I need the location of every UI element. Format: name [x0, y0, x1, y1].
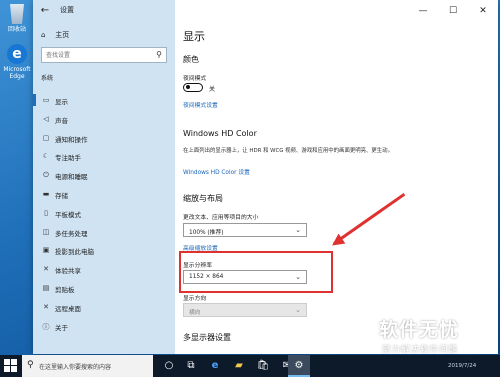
sidebar-nav: ▭ 显示 ◁ 声音 ▢ 通知和操作 ☾ 专注助手 ⏻ 电源和睡眠 ▬ 存储 ▯ … — [33, 91, 175, 335]
night-light-state: 关 — [209, 86, 216, 93]
orientation-value: 横向 — [189, 310, 201, 316]
sidebar-item-label: 显示 — [55, 98, 68, 106]
settings-taskbar-button[interactable]: ⚙ — [288, 355, 310, 377]
watermark-title: 软件无忧 — [379, 319, 460, 341]
edge-shortcut[interactable]: e Microsoft Edge — [3, 44, 31, 80]
search-icon: ⚲ — [156, 50, 162, 59]
edge-label: Microsoft Edge — [3, 66, 31, 80]
taskbar-search[interactable]: ⚲ 在这里输入你要搜索的内容 — [22, 355, 153, 377]
night-light-label: 夜间模式 — [183, 76, 207, 82]
cortana-button[interactable]: ○ — [158, 355, 180, 377]
notifications-icon: ▢ — [42, 133, 50, 142]
sound-icon: ◁ — [43, 114, 49, 123]
multi-display-section-title: 多显示器设置 — [183, 333, 231, 342]
sidebar-item-label: 专注助手 — [55, 154, 81, 163]
back-button[interactable]: ← — [37, 3, 53, 19]
recycle-bin-icon — [10, 4, 24, 24]
display-icon: ▭ — [42, 96, 50, 104]
watermark: 软件无忧 努力解决软件问题 — [373, 319, 500, 357]
hdr-settings-link[interactable]: Windows HD Color 设置 — [183, 167, 250, 176]
scale-value: 100% (推荐) — [189, 230, 224, 236]
color-section-title: 颜色 — [183, 55, 199, 64]
sidebar-item-label: 通知和操作 — [55, 135, 88, 144]
task-view-button[interactable]: ⧉ — [180, 355, 202, 377]
tablet-icon: ▯ — [44, 208, 48, 217]
sidebar-item-notifications[interactable]: ▢ 通知和操作 — [33, 129, 175, 148]
sidebar-item-display[interactable]: ▭ 显示 — [33, 91, 175, 110]
remote-desktop-icon: ✕ — [43, 302, 49, 311]
scale-label: 更改文本、应用等项目的大小 — [183, 215, 259, 221]
sidebar-item-shared-experiences[interactable]: ✕ 体验共享 — [33, 260, 175, 279]
search-input[interactable] — [46, 50, 146, 60]
sidebar-item-about[interactable]: ⓘ 关于 — [33, 317, 175, 336]
shared-experiences-icon: ✕ — [43, 265, 49, 274]
night-light-settings-link[interactable]: 夜间模式设置 — [183, 100, 218, 109]
edge-icon: e — [7, 44, 27, 64]
project-icon: ▣ — [42, 246, 50, 255]
sidebar-item-focus-assist[interactable]: ☾ 专注助手 — [33, 147, 175, 166]
sidebar-item-label: 体验共享 — [55, 267, 81, 276]
night-light-toggle[interactable] — [183, 83, 203, 92]
chevron-down-icon: ⌄ — [295, 306, 301, 314]
sidebar-item-label: 平板模式 — [55, 210, 81, 219]
sidebar-item-multitasking[interactable]: ◫ 多任务处理 — [33, 223, 175, 242]
hdr-section-title: Windows HD Color — [183, 129, 257, 138]
power-icon: ⏻ — [43, 171, 49, 180]
window-title: 设置 — [60, 6, 74, 14]
explorer-taskbar-button[interactable]: ▰ — [228, 355, 250, 377]
sidebar-item-label: 多任务处理 — [55, 229, 88, 238]
edge-taskbar-button[interactable]: e — [204, 355, 226, 377]
multitasking-icon: ◫ — [42, 227, 50, 236]
home-link[interactable]: ⌂ 主页 — [41, 30, 69, 40]
edge-icon: e — [211, 360, 219, 371]
task-view-icon: ⧉ — [187, 360, 195, 371]
sidebar-item-label: 投影到此电脑 — [55, 248, 94, 257]
sidebar-item-remote-desktop[interactable]: ✕ 远程桌面 — [33, 298, 175, 317]
settings-window: ← 设置 — ☐ ✕ ⌂ 主页 ⚲ 系统 ▭ 显示 ◁ 声音 ▢ 通知和操作 ☾… — [33, 0, 498, 354]
sidebar-item-label: 电源和睡眠 — [55, 173, 88, 182]
sidebar-item-clipboard[interactable]: ▤ 剪贴板 — [33, 279, 175, 298]
page-title: 显示 — [183, 30, 205, 43]
recycle-bin-label: 回收站 — [7, 26, 26, 33]
home-icon: ⌂ — [41, 31, 46, 39]
chevron-down-icon: ⌄ — [295, 226, 301, 234]
tray-date: 2019/7/24 — [448, 363, 477, 369]
settings-search[interactable]: ⚲ — [41, 47, 167, 63]
hdr-description: 在上面列出的显示器上，让 HDR 和 WCG 视频、游戏和应用中的画面更明亮、更… — [183, 148, 393, 154]
recycle-bin-shortcut[interactable]: 回收站 — [3, 4, 31, 33]
sidebar-item-label: 声音 — [55, 116, 68, 125]
sidebar-item-label: 关于 — [55, 323, 68, 332]
circle-icon: ○ — [164, 360, 174, 371]
orientation-dropdown[interactable]: 横向 ⌄ — [183, 303, 307, 317]
store-taskbar-button[interactable]: 🛍 — [252, 355, 274, 377]
search-icon: ⚲ — [27, 360, 34, 370]
folder-icon: ▰ — [235, 360, 243, 371]
scale-section-title: 缩放与布局 — [183, 194, 223, 203]
main-content: 显示 颜色 夜间模式 关 夜间模式设置 Windows HD Color 在上面… — [183, 0, 483, 354]
sidebar-item-tablet[interactable]: ▯ 平板模式 — [33, 204, 175, 223]
watermark-subtitle: 努力解决软件问题 — [382, 345, 459, 355]
sidebar-item-label: 剪贴板 — [55, 285, 75, 294]
focus-assist-icon: ☾ — [42, 152, 50, 161]
sidebar-item-label: 存储 — [55, 191, 68, 200]
storage-icon: ▬ — [42, 189, 50, 198]
taskbar: ⚲ 在这里输入你要搜索的内容 ○ ⧉ e ▰ 🛍 ✉ ⚙ 2019/7/24 — [0, 355, 500, 377]
taskbar-search-placeholder: 在这里输入你要搜索的内容 — [39, 364, 112, 371]
store-icon: 🛍 — [256, 360, 270, 371]
scale-dropdown[interactable]: 100% (推荐) ⌄ — [183, 223, 307, 237]
sidebar-section-label: 系统 — [41, 75, 54, 82]
toggle-knob — [186, 85, 190, 89]
clipboard-icon: ▤ — [42, 283, 50, 292]
home-label: 主页 — [55, 31, 70, 39]
start-button[interactable] — [4, 359, 17, 372]
highlight-box — [179, 251, 333, 293]
sidebar-item-sound[interactable]: ◁ 声音 — [33, 110, 175, 129]
sidebar-item-project[interactable]: ▣ 投影到此电脑 — [33, 241, 175, 260]
gear-icon: ⚙ — [294, 360, 304, 371]
sidebar-item-storage[interactable]: ▬ 存储 — [33, 185, 175, 204]
orientation-label: 显示方向 — [183, 296, 207, 302]
sidebar-item-label: 远程桌面 — [55, 304, 81, 313]
sidebar-item-power[interactable]: ⏻ 电源和睡眠 — [33, 166, 175, 185]
about-icon: ⓘ — [42, 322, 50, 331]
